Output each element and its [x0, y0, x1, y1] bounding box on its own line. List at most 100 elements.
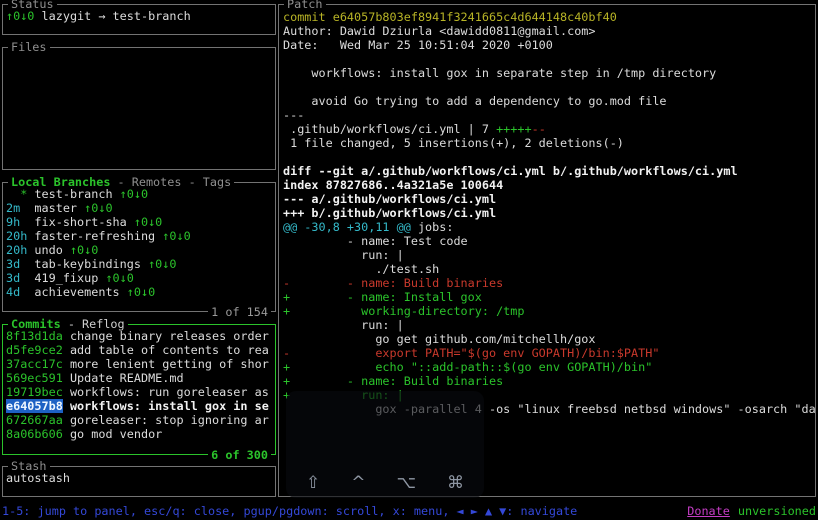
options-bar-right: Donate unversioned — [687, 504, 816, 518]
patch-line: go get github.com/mitchellh/gox — [283, 332, 596, 346]
branch-row[interactable]: 20h undo ↑0↓0 — [6, 243, 272, 257]
commit-row[interactable]: 8f13d1da change binary releases order — [6, 329, 272, 343]
commits-panel: Commits - Reflog 8f13d1da change binary … — [2, 317, 276, 462]
branch-ahead-behind: ↑0↓0 — [133, 215, 163, 229]
branch-row[interactable]: 2m master ↑0↓0 — [6, 201, 272, 215]
status-line[interactable]: ↑0↓0 lazygit → test-branch — [6, 9, 272, 23]
commit-sha: 672667aa — [6, 413, 63, 427]
branch-ahead-behind: ↑0↓0 — [69, 243, 99, 257]
status-panel-title[interactable]: Status — [8, 0, 57, 11]
donate-link[interactable]: Donate — [687, 504, 730, 518]
control-key-icon: ^ — [351, 473, 366, 493]
commit-row[interactable]: 569ec591 Update README.md — [6, 371, 272, 385]
repo-branch-label: lazygit → test-branch — [41, 9, 191, 23]
patch-line: + echo "::add-path::$(go env GOPATH)/bin… — [283, 360, 653, 374]
branch-recency: 4d — [6, 285, 35, 299]
branch-row[interactable]: * test-branch ↑0↓0 — [6, 187, 272, 201]
commit-message: more lenient getting of shor — [69, 357, 269, 371]
patch-line: commit e64057b803ef8941f3241665c4d644148… — [283, 10, 617, 24]
patch-line: - export PATH="$(go env GOPATH)/bin:$PAT… — [283, 346, 660, 360]
patch-line: diff --git a/.github/workflows/ci.yml b/… — [283, 164, 738, 178]
commits-counter: 6 of 300 — [208, 448, 271, 462]
branch-name: achievements — [34, 285, 127, 299]
branch-row[interactable]: 3d 419_fixup ↑0↓0 — [6, 271, 272, 285]
commit-message: goreleaser: stop ignoring ar — [69, 413, 269, 427]
patch-line: - - name: Build binaries — [283, 276, 504, 290]
commits-list[interactable]: 8f13d1da change binary releases order d5f… — [3, 325, 275, 454]
patch-line: + working-directory: /tmp — [283, 304, 525, 318]
files-list[interactable] — [3, 48, 275, 169]
branch-name: undo — [34, 243, 70, 257]
stash-item[interactable]: autostash — [6, 471, 272, 485]
options-bar: 1-5: jump to panel, esc/q: close, pgup/p… — [2, 504, 816, 518]
tabs-remotes-tags[interactable]: - Remotes - Tags — [110, 175, 232, 189]
branch-ahead-behind: ↑0↓0 — [105, 271, 134, 285]
lazygit-screen: { "colors": { "green": "#2bc32b", "red":… — [0, 0, 818, 520]
stash-panel-title[interactable]: Stash — [8, 459, 50, 473]
commit-message: go mod vendor — [69, 427, 163, 441]
branch-name: faster-refreshing — [34, 229, 163, 243]
branch-ahead-behind: ↑0↓0 — [126, 285, 156, 299]
patch-line: run: | — [283, 318, 404, 332]
branches-list[interactable]: * test-branch ↑0↓0 2m master ↑0↓0 9h fix-s… — [3, 183, 275, 311]
branch-recency: 3d — [6, 257, 35, 271]
branch-row[interactable]: 4d achievements ↑0↓0 — [6, 285, 272, 299]
commit-message: workflows: run goreleaser as — [69, 385, 269, 399]
current-branch-marker: * — [20, 187, 35, 201]
branch-recency: 2m — [6, 201, 35, 215]
ahead-behind-indicator: ↑0↓0 — [6, 9, 35, 23]
tab-reflog[interactable]: - Reflog — [61, 317, 125, 331]
commit-row[interactable]: e64057b8 workflows: install gox in se — [6, 399, 272, 413]
branch-recency: 20h — [6, 243, 35, 257]
branch-name: master — [34, 201, 85, 215]
branch-name: test-branch — [34, 187, 120, 201]
commit-message: change binary releases order — [69, 329, 269, 343]
keystroke-overlay: ⇧ ^ ⌥ ⌘ — [286, 391, 484, 498]
version-label: unversioned — [737, 504, 816, 518]
commit-row[interactable]: 37acc17c more lenient getting of shor — [6, 357, 272, 371]
patch-line — [283, 52, 811, 66]
commit-sha: 19719bec — [6, 385, 63, 399]
branches-panel: Local Branches - Remotes - Tags * test-b… — [2, 175, 276, 319]
patch-line: + - name: Build binaries — [283, 374, 504, 388]
files-panel-title[interactable]: Files — [8, 40, 50, 54]
patch-line: +++ b/.github/workflows/ci.yml — [283, 206, 497, 220]
branch-row[interactable]: 3d tab-keybindings ↑0↓0 — [6, 257, 272, 271]
commit-sha: e64057b8 — [6, 399, 63, 413]
branch-recency: 9h — [6, 215, 35, 229]
patch-panel-title[interactable]: Patch — [284, 0, 326, 11]
branch-ahead-behind: ↑0↓0 — [84, 201, 113, 215]
commit-row[interactable]: d5fe9ce2 add table of contents to rea — [6, 343, 272, 357]
commit-sha: d5fe9ce2 — [6, 343, 63, 357]
branches-counter: 1 of 154 — [208, 305, 271, 319]
option-key-icon: ⌥ — [396, 473, 417, 493]
tab-local-branches[interactable]: Local Branches — [11, 175, 110, 189]
commit-row[interactable]: 672667aa goreleaser: stop ignoring ar — [6, 413, 272, 427]
tab-commits[interactable]: Commits — [11, 317, 61, 331]
patch-line: index 87827686..4a321a5e 100644 — [283, 178, 504, 192]
patch-line: 1 file changed, 5 insertions(+), 2 delet… — [283, 136, 624, 150]
commit-row[interactable]: 19719bec workflows: run goreleaser as — [6, 385, 272, 399]
branch-ahead-behind: ↑0↓0 — [148, 257, 177, 271]
stash-panel: Stash autostash — [2, 459, 276, 497]
branch-ahead-behind: ↑0↓0 — [119, 187, 149, 201]
commit-sha: 37acc17c — [6, 357, 63, 371]
modifier-keys-row: ⇧ ^ ⌥ ⌘ — [286, 474, 484, 492]
patch-line: workflows: install gox in separate step … — [283, 66, 717, 80]
commit-sha: 8f13d1da — [6, 329, 63, 343]
branch-row[interactable]: 9h fix-short-sha ↑0↓0 — [6, 215, 272, 229]
patch-line: ./test.sh — [283, 262, 440, 276]
patch-line: - name: Test code — [283, 234, 468, 248]
patch-line — [283, 150, 811, 164]
branch-recency: 3d — [6, 271, 35, 285]
commit-row[interactable]: 8a06b606 go mod vendor — [6, 427, 272, 441]
command-key-icon: ⌘ — [447, 473, 464, 493]
files-panel: Files — [2, 40, 276, 170]
branch-recency: 20h — [6, 229, 35, 243]
status-panel: Status ↑0↓0 lazygit → test-branch — [2, 0, 276, 35]
commit-message: workflows: install gox in se — [69, 399, 269, 413]
branch-row[interactable]: 20h faster-refreshing ↑0↓0 — [6, 229, 272, 243]
branch-name: 419_fixup — [34, 271, 106, 285]
branch-name: fix-short-sha — [34, 215, 134, 229]
commit-sha: 569ec591 — [6, 371, 63, 385]
